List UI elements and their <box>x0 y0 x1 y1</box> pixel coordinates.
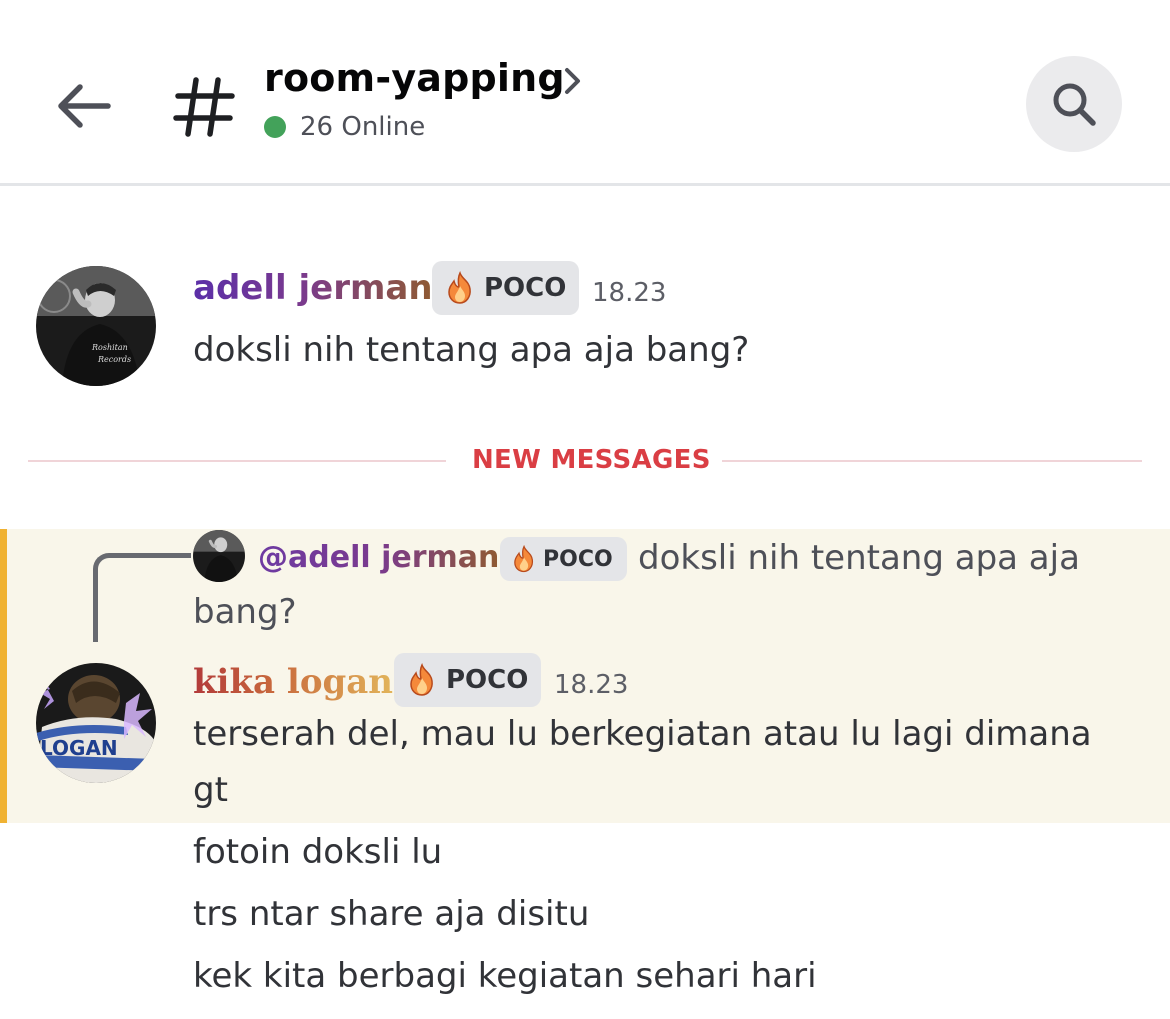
role-tag-label: POCO <box>446 665 529 695</box>
online-count: 26 Online <box>300 112 426 142</box>
channel-title[interactable]: room-yapping <box>264 56 565 100</box>
message-text: kek kita berbagi kegiatan sehari hari <box>193 956 817 996</box>
author-name[interactable]: kika logan <box>193 662 393 702</box>
reply-avatar-adell[interactable] <box>193 530 245 582</box>
svg-text:Roshitan: Roshitan <box>91 343 128 352</box>
mention-highlight-bar <box>0 529 7 823</box>
divider-line-left <box>28 460 446 462</box>
hash-icon <box>172 74 238 140</box>
search-icon <box>1053 83 1096 126</box>
timestamp: 18.23 <box>554 670 629 700</box>
back-arrow-icon[interactable] <box>52 74 116 138</box>
role-tag[interactable]: POCO <box>432 261 579 315</box>
online-status: 26 Online <box>264 112 425 142</box>
reply-role-tag-label: POCO <box>543 546 613 572</box>
message-text-cont: gt <box>193 770 228 810</box>
channel-header: room-yapping 26 Online <box>0 0 1170 186</box>
reply-mention[interactable]: @adell jerman <box>258 540 499 575</box>
online-dot-icon <box>264 116 286 138</box>
avatar-kika[interactable]: LOGAN <box>36 663 156 783</box>
message-text: doksli nih tentang apa aja bang? <box>193 330 750 370</box>
fire-icon <box>410 663 433 696</box>
role-tag-label: POCO <box>484 273 567 303</box>
message-text: terserah del, mau lu berkegiatan atau lu… <box>193 714 1092 754</box>
avatar-adell[interactable]: Roshitan Records <box>36 266 156 386</box>
message-text: fotoin doksli lu <box>193 832 443 872</box>
reply-preview-text-cont[interactable]: bang? <box>193 592 297 632</box>
message-text: trs ntar share aja disitu <box>193 894 590 934</box>
role-tag[interactable]: POCO <box>394 653 541 707</box>
author-name[interactable]: adell jerman <box>193 268 433 308</box>
svg-text:LOGAN: LOGAN <box>40 736 118 760</box>
timestamp: 18.23 <box>592 278 667 308</box>
divider-line-right <box>722 460 1142 462</box>
new-messages-divider: NEW MESSAGES <box>472 445 711 475</box>
svg-text:Records: Records <box>97 355 131 364</box>
reply-connector <box>93 553 191 642</box>
search-button[interactable] <box>1026 56 1122 152</box>
reply-preview-text[interactable]: doksli nih tentang apa aja <box>638 538 1080 578</box>
fire-icon <box>514 544 534 573</box>
reply-role-tag[interactable]: POCO <box>500 537 627 581</box>
fire-icon <box>448 271 471 304</box>
chevron-right-icon[interactable] <box>562 66 584 96</box>
